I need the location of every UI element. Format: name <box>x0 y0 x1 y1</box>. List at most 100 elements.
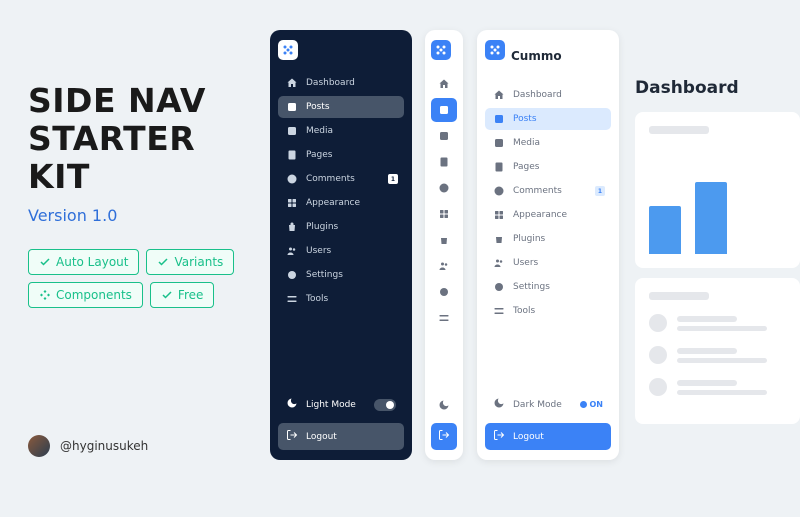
nav-comments[interactable] <box>431 176 457 200</box>
chart-bar <box>695 182 727 254</box>
users-icon <box>286 245 298 257</box>
image-icon <box>493 137 505 149</box>
logout-button[interactable]: Logout <box>278 423 404 450</box>
bag-icon <box>493 233 505 245</box>
nav-pages[interactable]: Pages <box>485 156 611 178</box>
logout-button[interactable] <box>431 423 457 450</box>
nav-pages[interactable] <box>431 150 457 174</box>
theme-toggle-light[interactable]: Dark ModeON <box>485 392 611 417</box>
feature-tags: Auto Layout Variants Components Free <box>28 249 258 308</box>
comments-badge: 1 <box>388 174 398 184</box>
nav-posts[interactable]: Posts <box>278 96 404 118</box>
nav-appearance[interactable]: Appearance <box>278 192 404 214</box>
tag-variants: Variants <box>146 249 234 275</box>
bag-icon <box>438 234 450 246</box>
nav-appearance[interactable]: Appearance <box>485 204 611 226</box>
nav-posts[interactable]: Posts <box>485 108 611 130</box>
nav-tools[interactable] <box>431 306 457 330</box>
logo-icon[interactable] <box>278 40 298 60</box>
nav-plugins[interactable] <box>431 228 457 252</box>
nav-users[interactable] <box>431 254 457 278</box>
list-item <box>649 378 786 396</box>
moon-icon <box>493 397 505 412</box>
nav-media[interactable]: Media <box>485 132 611 154</box>
moon-icon <box>438 399 450 411</box>
skeleton-title <box>649 126 709 134</box>
nav-tools[interactable]: Tools <box>485 300 611 322</box>
moon-icon <box>286 397 298 412</box>
version-label: Version 1.0 <box>28 206 258 225</box>
dashboard-preview: Dashboard <box>635 30 800 460</box>
brand[interactable]: Cummo <box>485 40 611 72</box>
edit-icon <box>438 104 450 116</box>
nav-comments[interactable]: Comments1 <box>485 180 611 202</box>
logout-button[interactable]: Logout <box>485 423 611 450</box>
chat-icon <box>493 185 505 197</box>
nav-media[interactable] <box>431 124 457 148</box>
file-icon <box>438 156 450 168</box>
nav-media[interactable]: Media <box>278 120 404 142</box>
nav-list-light: Dashboard Posts Media Pages Comments1 Ap… <box>485 84 611 392</box>
theme-toggle-compact[interactable] <box>431 393 457 417</box>
home-icon <box>493 89 505 101</box>
sidenav-compact <box>425 30 463 460</box>
grid-icon <box>286 197 298 209</box>
toggle-switch[interactable]: ON <box>580 399 604 411</box>
grid-icon <box>438 208 450 220</box>
file-icon <box>286 149 298 161</box>
author-handle: @hyginusukeh <box>60 439 148 453</box>
gear-icon <box>438 286 450 298</box>
chart-bar <box>649 206 681 254</box>
hero-title: SIDE NAV STARTER KIT <box>28 82 258 196</box>
nav-plugins[interactable]: Plugins <box>485 228 611 250</box>
skeleton-title <box>649 292 709 300</box>
avatar <box>28 435 50 457</box>
nav-settings[interactable]: Settings <box>278 264 404 286</box>
chart-card <box>635 112 800 268</box>
image-icon <box>286 125 298 137</box>
hero-section: SIDE NAV STARTER KIT Version 1.0 Auto La… <box>28 82 258 308</box>
nav-plugins[interactable]: Plugins <box>278 216 404 238</box>
tag-auto-layout: Auto Layout <box>28 249 139 275</box>
page-title: Dashboard <box>635 78 800 98</box>
nav-users[interactable]: Users <box>485 252 611 274</box>
theme-toggle-dark[interactable]: Light Mode <box>278 392 404 417</box>
edit-icon <box>286 101 298 113</box>
tag-free: Free <box>150 282 214 308</box>
grid-icon <box>493 209 505 221</box>
nav-dashboard[interactable] <box>431 72 457 96</box>
nav-posts[interactable] <box>431 98 457 122</box>
bag-icon <box>286 221 298 233</box>
author-credit[interactable]: @hyginusukeh <box>28 435 148 457</box>
nav-users[interactable]: Users <box>278 240 404 262</box>
list-item <box>649 346 786 364</box>
nav-dashboard[interactable]: Dashboard <box>485 84 611 106</box>
nav-list-dark: Dashboard Posts Media Pages Comments1 Ap… <box>278 72 404 392</box>
gear-icon <box>493 281 505 293</box>
tag-components: Components <box>28 282 143 308</box>
nav-pages[interactable]: Pages <box>278 144 404 166</box>
logo-icon[interactable] <box>431 40 451 60</box>
home-icon <box>438 78 450 90</box>
image-icon <box>438 130 450 142</box>
nav-dashboard[interactable]: Dashboard <box>278 72 404 94</box>
logout-icon <box>438 429 450 444</box>
sliders-icon <box>438 312 450 324</box>
bar-chart <box>649 154 786 254</box>
toggle-switch[interactable] <box>374 399 396 411</box>
nav-settings[interactable] <box>431 280 457 304</box>
chat-icon <box>438 182 450 194</box>
nav-appearance[interactable] <box>431 202 457 226</box>
nav-settings[interactable]: Settings <box>485 276 611 298</box>
logout-icon <box>286 429 298 444</box>
list-card <box>635 278 800 424</box>
gear-icon <box>286 269 298 281</box>
nav-comments[interactable]: Comments1 <box>278 168 404 190</box>
chat-icon <box>286 173 298 185</box>
users-icon <box>438 260 450 272</box>
logo-icon <box>485 40 505 60</box>
logout-icon <box>493 429 505 444</box>
users-icon <box>493 257 505 269</box>
nav-tools[interactable]: Tools <box>278 288 404 310</box>
sliders-icon <box>493 305 505 317</box>
